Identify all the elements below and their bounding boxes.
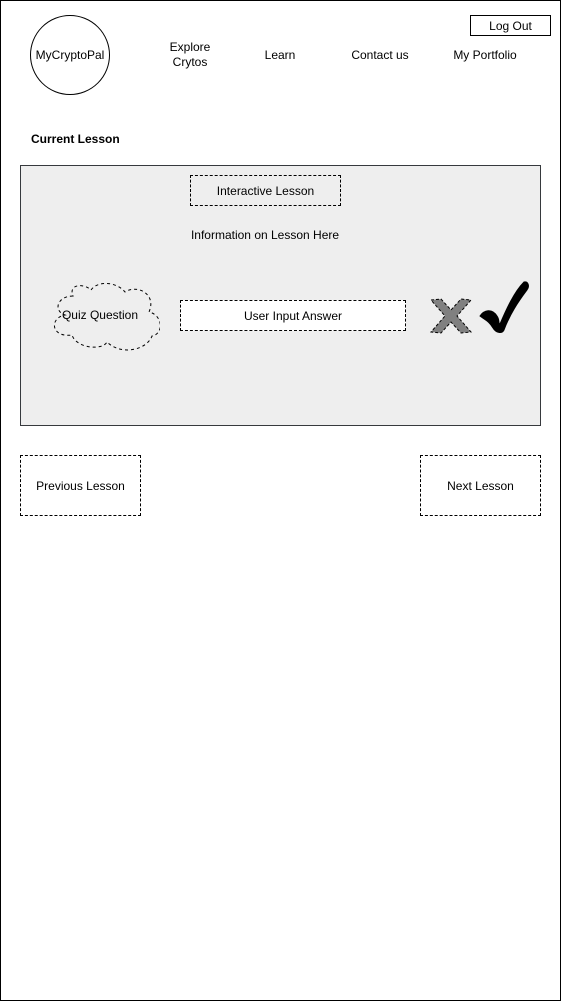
next-lesson-button[interactable]: Next Lesson (420, 455, 541, 516)
nav-my-portfolio[interactable]: My Portfolio (440, 46, 530, 64)
checkmark-icon[interactable] (478, 280, 530, 334)
nav-portfolio-label: My Portfolio (453, 47, 517, 62)
logout-button[interactable]: Log Out (470, 15, 551, 36)
nav-explore-cryptos[interactable]: Explore Crytos (155, 40, 225, 70)
logout-label: Log Out (489, 18, 532, 33)
nav-learn[interactable]: Learn (250, 46, 310, 64)
nav-explore-label: Explore Crytos (169, 40, 211, 69)
section-title: Current Lesson (31, 132, 120, 146)
x-mark-icon[interactable] (430, 298, 472, 334)
quiz-question-label: Quiz Question (61, 308, 139, 322)
nav-contact-us[interactable]: Contact us (340, 46, 420, 64)
previous-lesson-label: Previous Lesson (36, 478, 125, 493)
user-answer-input[interactable]: User Input Answer (180, 300, 406, 331)
logo-text: MyCryptoPal (35, 48, 105, 62)
nav-learn-label: Learn (264, 47, 296, 62)
logo[interactable]: MyCryptoPal (30, 15, 110, 95)
previous-lesson-button[interactable]: Previous Lesson (20, 455, 141, 516)
lesson-info-text: Information on Lesson Here (190, 228, 340, 242)
interactive-lesson-box[interactable]: Interactive Lesson (190, 175, 341, 206)
nav-contact-label: Contact us (351, 47, 409, 62)
interactive-lesson-label: Interactive Lesson (216, 183, 315, 198)
user-answer-label: User Input Answer (243, 308, 343, 323)
next-lesson-label: Next Lesson (447, 478, 514, 493)
